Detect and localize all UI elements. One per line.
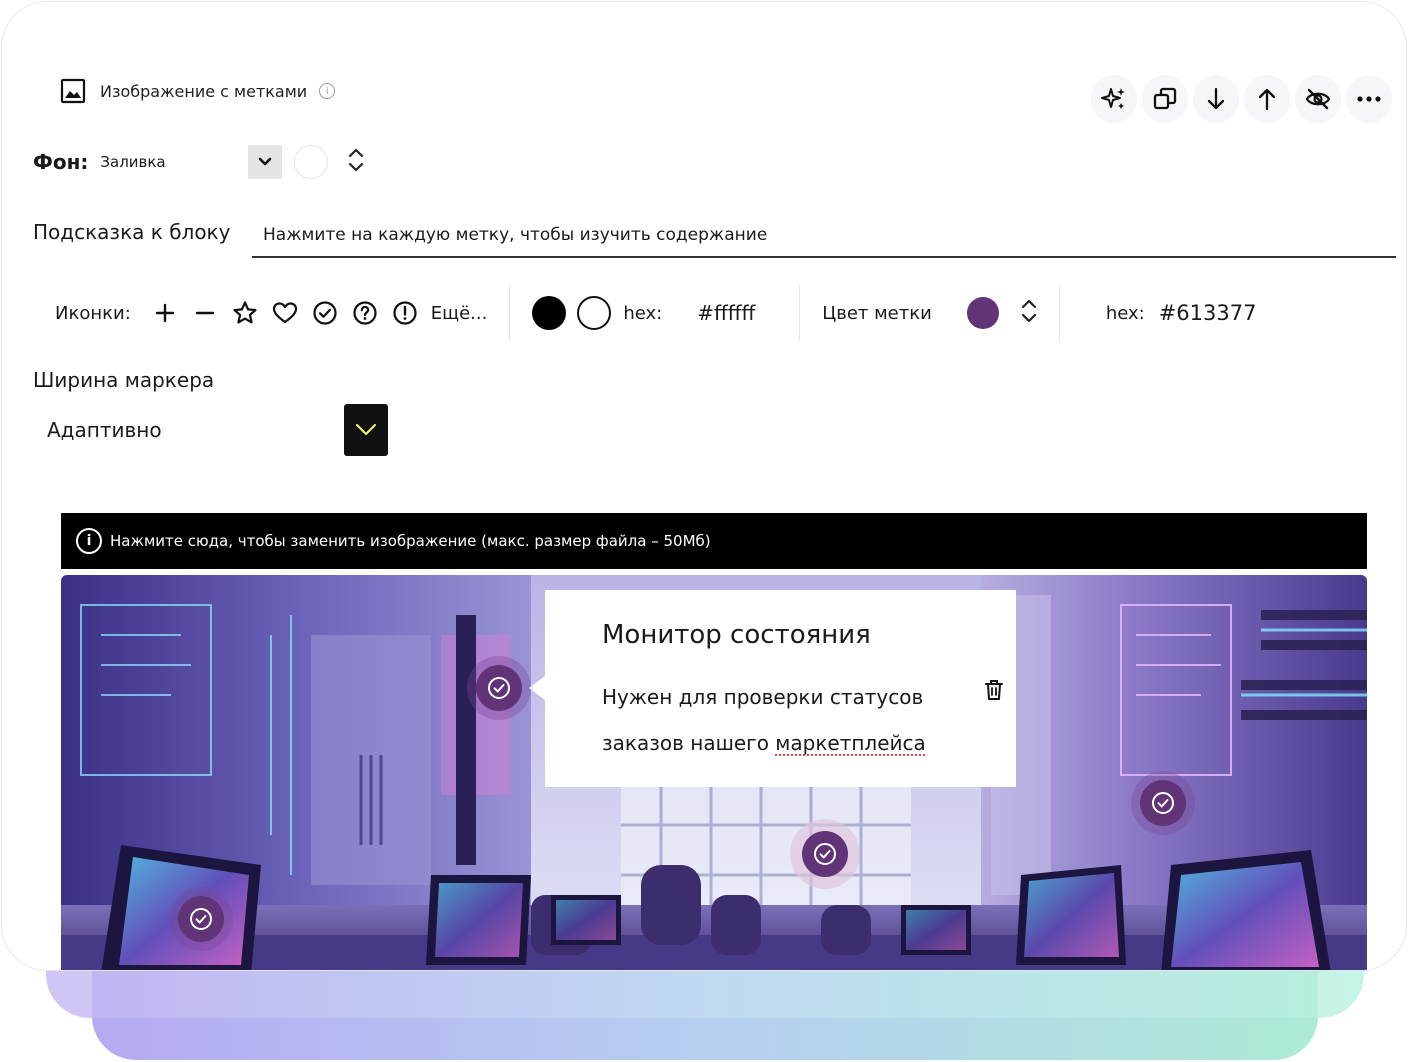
hotspot-popup: Монитор состояния Нужен для проверки ста… [545,590,1016,787]
hint-input[interactable] [252,214,1396,258]
image-icon [60,78,86,104]
icons-row: Иконки: Ещё... hex: #ffffff Цвет метки h… [55,285,1257,341]
block-toolbar [1091,75,1392,123]
heart-icon[interactable] [265,293,305,333]
star-icon[interactable] [225,293,265,333]
replace-image-text: Нажмите сюда, чтобы заменить изображение… [110,532,711,550]
divider [799,285,801,341]
chevron-up-down-icon[interactable] [1021,298,1037,328]
divider [509,285,511,341]
more-icons-link[interactable]: Ещё... [431,303,488,324]
icon-hex-label: hex: [623,302,663,324]
hotspot-marker[interactable] [476,665,522,711]
eye-off-icon[interactable] [1295,75,1341,123]
mark-color-swatch[interactable] [966,297,999,329]
background-color-swatch[interactable] [294,145,329,179]
minus-icon[interactable] [185,293,225,333]
arrow-down-icon[interactable] [1193,75,1239,123]
plus-icon[interactable] [145,293,185,333]
editor-card: Изображение с метками i Фон: Заливка Под… [1,1,1407,971]
hotspot-marker[interactable] [178,896,224,942]
background-row: Фон: Заливка [33,145,364,179]
popup-text-line: Нужен для проверки статусов [602,685,924,709]
check-circle-icon [1152,792,1174,814]
icon-color-white[interactable] [577,296,612,330]
sparkle-icon[interactable] [1091,75,1137,123]
mark-hex-label: hex: [1105,302,1145,324]
replace-image-bar[interactable]: i Нажмите сюда, чтобы заменить изображен… [61,513,1367,569]
block-header: Изображение с метками i [60,78,336,104]
divider [1058,285,1060,341]
background-dropdown[interactable] [248,145,283,179]
info-circle-icon: i [76,528,102,554]
check-circle-icon [488,677,510,699]
mark-color-label: Цвет метки [822,302,932,324]
chevron-down-icon [355,423,377,436]
icons-label: Иконки: [55,302,131,324]
background-label: Фон: [33,150,89,174]
marker-width-dropdown[interactable] [344,404,388,456]
hotspot-marker[interactable] [802,831,848,877]
marker-width-value: Адаптивно [47,418,162,442]
arrow-up-icon[interactable] [1244,75,1290,123]
hotspot-marker[interactable] [1140,780,1186,826]
exclamation-circle-icon[interactable] [385,293,425,333]
block-title: Изображение с метками [100,81,308,101]
icon-color-black[interactable] [532,296,567,330]
check-circle-icon [190,908,212,930]
popup-text[interactable]: Нужен для проверки статусов заказов наше… [602,674,972,766]
popup-title[interactable]: Монитор состояния [602,620,871,650]
chevron-down-icon [259,157,272,166]
background-value: Заливка [100,153,166,171]
hint-label: Подсказка к блоку [33,220,231,244]
trash-icon[interactable] [983,678,1005,706]
spellcheck-word: маркетплейса [775,731,926,755]
popup-pointer [529,676,545,700]
chevron-up-down-icon[interactable] [348,147,364,177]
marker-width-title: Ширина маркера [33,368,215,392]
mark-hex-value[interactable]: #613377 [1159,301,1257,325]
check-circle-icon [814,843,836,865]
popup-text-line: заказов нашего маркетплейса [602,720,972,766]
info-circle-icon[interactable]: i [319,83,336,99]
question-circle-icon[interactable] [345,293,385,333]
icon-hex-value[interactable]: #ffffff [697,301,777,325]
more-horizontal-icon[interactable] [1346,75,1392,123]
check-circle-icon[interactable] [305,293,345,333]
popup-text-part: заказов нашего [602,731,776,755]
copy-icon[interactable] [1142,75,1188,123]
